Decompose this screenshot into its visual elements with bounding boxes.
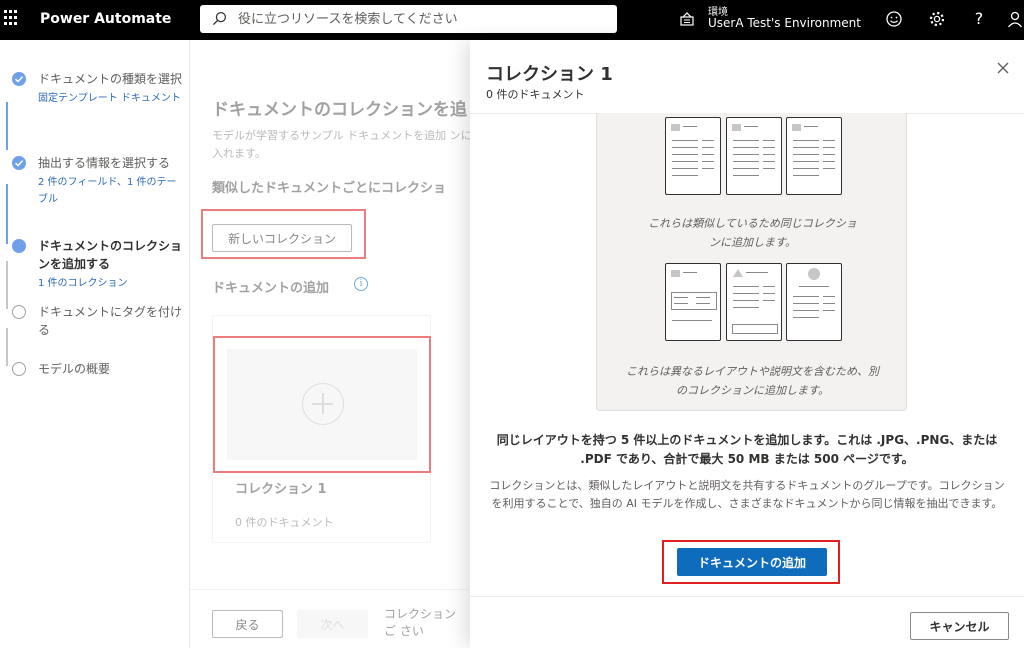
step-select-document-type[interactable]: ドキュメントの種類を選択 固定テンプレート ドキュメント <box>12 70 182 107</box>
caption-similar: これらは類似しているため同じコレクションに追加します。 <box>648 217 857 249</box>
document-illustration <box>665 117 721 195</box>
step-add-collections[interactable]: ドキュメントのコレクションを追加する 1 件のコレクション <box>12 237 182 292</box>
search-box[interactable] <box>200 5 617 33</box>
step-connector <box>6 102 8 150</box>
pending-step-icon <box>12 362 26 376</box>
app-title[interactable]: Power Automate <box>40 11 171 27</box>
document-illustration <box>665 263 721 341</box>
step-connector <box>6 328 8 366</box>
step-title: ドキュメントの種類を選択 <box>38 72 183 86</box>
checkmark-icon <box>12 156 26 170</box>
collection-description: コレクションとは、類似したレイアウトと説明文を共有するドキュメントのグループです… <box>489 479 1005 510</box>
pending-step-icon <box>12 305 26 319</box>
step-connector <box>6 184 8 244</box>
document-illustration <box>726 117 782 195</box>
gear-icon[interactable] <box>928 10 946 28</box>
document-illustration <box>726 263 782 341</box>
wizard-stepper: ドキュメントの種類を選択 固定テンプレート ドキュメント 抽出する情報を選択する… <box>0 40 190 648</box>
step-title: ドキュメントのコレクションを追加する <box>38 239 183 271</box>
step-tag-documents[interactable]: ドキュメントにタグを付ける <box>12 303 182 339</box>
step-summary: 固定テンプレート ドキュメント <box>38 93 181 104</box>
document-illustration <box>786 263 842 341</box>
step-title: ドキュメントにタグを付ける <box>38 305 183 337</box>
checkmark-icon <box>12 72 26 86</box>
top-bar: Power Automate 環境 UserA Test's Environme… <box>0 0 1024 40</box>
cancel-button[interactable]: キャンセル <box>910 612 1009 640</box>
step-summary: 1 件のコレクション <box>38 278 128 289</box>
requirements-text: 同じレイアウトを持つ 5 件以上のドキュメントを追加します。これは .JPG、.… <box>496 433 998 466</box>
close-icon <box>997 62 1009 73</box>
panel-subtitle: 0 件のドキュメント <box>486 88 585 101</box>
search-input[interactable] <box>238 8 608 30</box>
person-icon[interactable] <box>1006 10 1024 28</box>
step-connector <box>6 261 8 309</box>
step-model-summary[interactable]: モデルの概要 <box>12 360 182 378</box>
panel-title: コレクション 1 <box>486 64 613 85</box>
help-icon[interactable]: ? <box>970 10 988 28</box>
document-illustration <box>786 117 842 195</box>
divider <box>470 596 1024 597</box>
current-step-icon <box>12 239 26 253</box>
search-icon <box>212 11 227 26</box>
waffle-icon[interactable] <box>4 10 20 26</box>
close-button[interactable] <box>994 60 1012 78</box>
caption-different: これらは異なるレイアウトや説明文を含むため、別のコレクションに追加します。 <box>626 365 879 397</box>
smiley-icon[interactable] <box>885 10 903 28</box>
step-summary: 2 件のフィールド、1 件のテーブル <box>38 177 177 205</box>
collection-panel: コレクション 1 0 件のドキュメント これらは類似しているため同じコレクション… <box>470 40 1024 648</box>
step-title: 抽出する情報を選択する <box>38 156 171 170</box>
step-select-info[interactable]: 抽出する情報を選択する 2 件のフィールド、1 件のテーブル <box>12 154 182 208</box>
step-title: モデルの概要 <box>38 362 111 376</box>
collection-illustration: これらは類似しているため同じコレクションに追加します。 これらは異なるレイアウト… <box>596 113 907 411</box>
add-documents-button[interactable]: ドキュメントの追加 <box>677 548 827 576</box>
environment-icon[interactable] <box>678 10 696 28</box>
environment-name[interactable]: UserA Test's Environment <box>708 16 861 30</box>
